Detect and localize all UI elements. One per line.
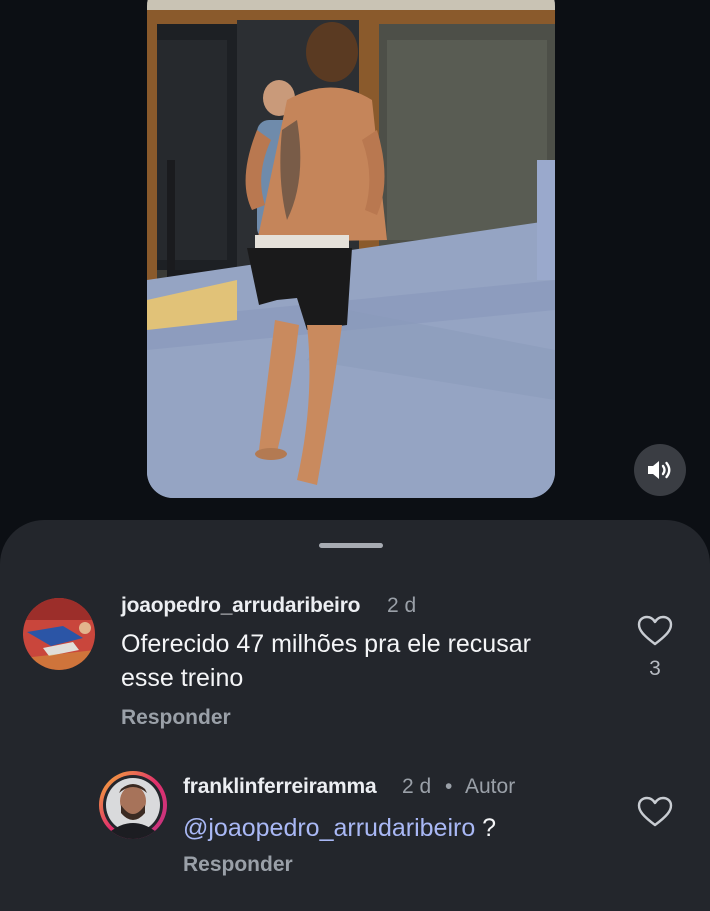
reply-button[interactable]: Responder: [183, 853, 293, 877]
comments-sheet: joaopedro_arrudaribeiro 2 d Oferecido 47…: [0, 520, 710, 911]
mention-link[interactable]: @joaopedro_arrudaribeiro: [183, 814, 475, 842]
separator-dot: •: [445, 775, 453, 798]
speaker-icon: [648, 461, 671, 479]
comment-text-suffix: ?: [475, 814, 497, 842]
author-tag: Autor: [465, 775, 516, 798]
heart-outline-icon: [637, 615, 673, 646]
reply-button[interactable]: Responder: [121, 706, 231, 730]
comment-username[interactable]: franklinferreiramma: [183, 775, 377, 799]
video-thumbnail: [147, 0, 555, 498]
comment-text-line-2: esse treino: [121, 664, 244, 692]
comment-username[interactable]: joaopedro_arrudaribeiro: [121, 594, 360, 618]
avatar-franklin[interactable]: [99, 771, 167, 839]
comment-text: @joaopedro_arrudaribeiro ?: [183, 811, 496, 845]
drag-handle[interactable]: [319, 543, 383, 548]
avatar-joaopedro[interactable]: [23, 598, 95, 670]
comment-text-line-1: Oferecido 47 milhões pra ele recusar: [121, 630, 531, 658]
like-button[interactable]: [637, 796, 673, 828]
like-button[interactable]: [637, 615, 673, 647]
video-player[interactable]: [147, 0, 555, 498]
comment-time: 2 d: [387, 594, 417, 617]
sound-toggle-button[interactable]: [634, 444, 686, 496]
comment-time: 2 d: [402, 775, 432, 798]
like-count: 3: [649, 657, 661, 680]
heart-outline-icon: [637, 796, 673, 827]
